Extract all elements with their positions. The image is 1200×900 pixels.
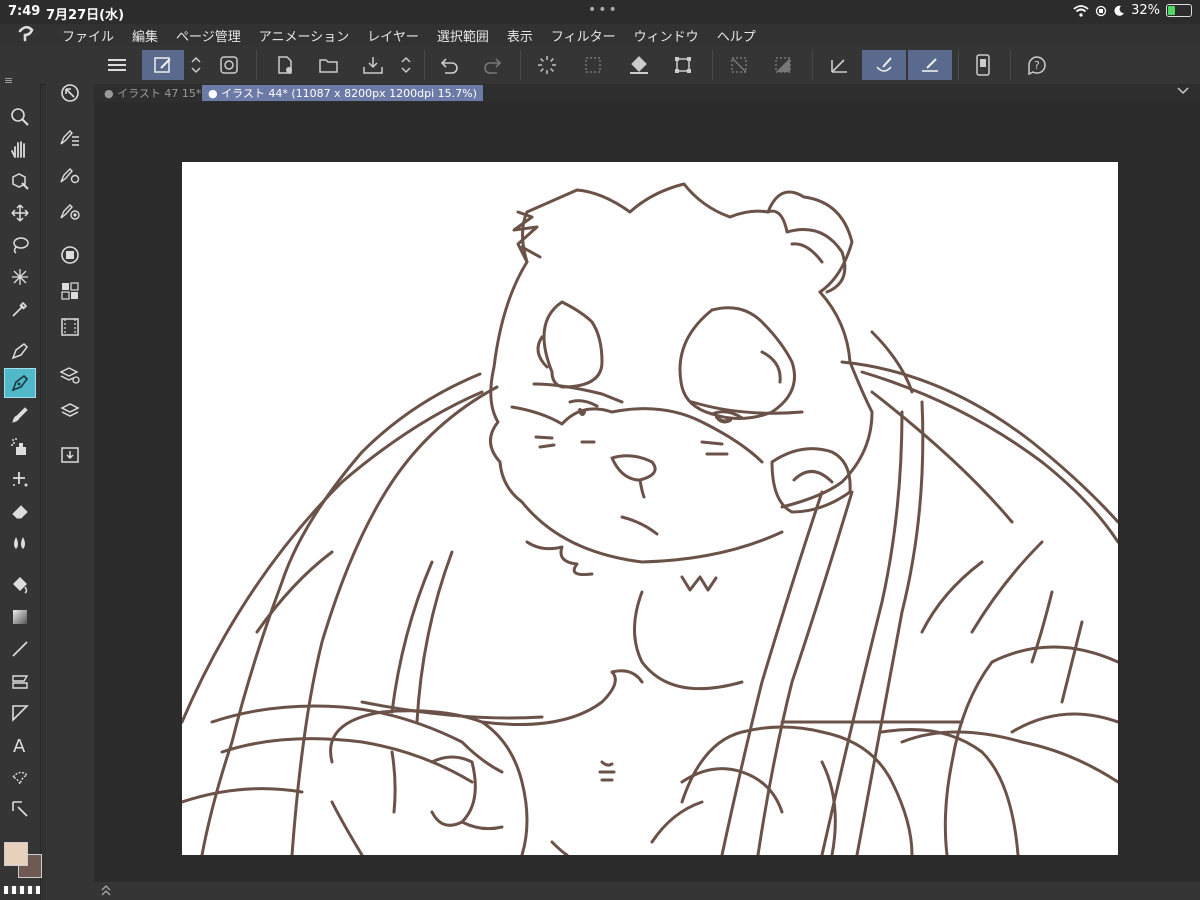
tab-illust-44[interactable]: ● イラスト 44* (11087 x 8200px 1200dpi 15.7%…: [202, 85, 483, 101]
gradient-icon[interactable]: [4, 602, 36, 632]
line-icon[interactable]: [4, 634, 36, 664]
battery-icon: [1166, 4, 1192, 17]
invert-selection-icon[interactable]: [766, 50, 800, 80]
hand-icon[interactable]: [4, 134, 36, 164]
menu-item[interactable]: ファイル: [62, 26, 114, 45]
tab-label: ● イラスト 47 15*: [104, 87, 202, 100]
tab-label: ● イラスト 44* (11087 x 8200px 1200dpi 15.7%…: [208, 87, 477, 100]
airbrush-icon[interactable]: [4, 432, 36, 462]
color-set-icon[interactable]: [54, 276, 86, 306]
navigator-icon[interactable]: [54, 78, 86, 108]
redo-icon[interactable]: [476, 50, 510, 80]
snap-brush-icon[interactable]: [862, 50, 906, 80]
brush-icon[interactable]: [4, 400, 36, 430]
drawing-canvas[interactable]: [182, 162, 1118, 855]
transform-icon[interactable]: [666, 50, 700, 80]
new-file-icon[interactable]: [268, 50, 302, 80]
main-color-swatch[interactable]: [4, 842, 28, 866]
save-icon[interactable]: [356, 50, 390, 80]
wifi-icon: [1073, 4, 1089, 17]
sub-palette: [46, 84, 94, 900]
undo-icon[interactable]: [432, 50, 466, 80]
expand-up-icon[interactable]: [100, 884, 112, 896]
command-bar: ?: [0, 46, 1200, 85]
transparent-color-icon[interactable]: [4, 886, 40, 894]
tabs-dropdown-icon[interactable]: [1176, 85, 1190, 97]
material-icon[interactable]: [54, 440, 86, 470]
lasso-icon[interactable]: [4, 230, 36, 260]
menu-item[interactable]: ウィンドウ: [634, 26, 699, 45]
clock: 7:49: [8, 4, 41, 19]
palette-menu-icon[interactable]: ≡: [4, 74, 13, 87]
clear-selection-icon[interactable]: [722, 50, 756, 80]
animation-icon[interactable]: [54, 312, 86, 342]
svg-text:A: A: [13, 736, 26, 755]
blend-icon[interactable]: [4, 528, 36, 558]
search-icon[interactable]: [4, 102, 36, 132]
select-all-icon[interactable]: [576, 50, 610, 80]
help-icon[interactable]: ?: [1020, 50, 1054, 80]
menu-item[interactable]: 編集: [132, 26, 158, 45]
status-bar: 7:49 7月27日(水) ••• 32%: [0, 0, 1200, 24]
menu-item[interactable]: ページ管理: [176, 26, 241, 45]
pencil-icon[interactable]: [4, 368, 36, 398]
eraser-icon[interactable]: [4, 496, 36, 526]
snap-ruler-icon[interactable]: [908, 50, 952, 80]
svg-text:?: ?: [1034, 59, 1040, 72]
pen-icon[interactable]: [4, 336, 36, 366]
brush-size-icon[interactable]: [54, 196, 86, 226]
status-icons: 32%: [1073, 3, 1192, 18]
object-icon[interactable]: [4, 166, 36, 196]
menu-item[interactable]: 表示: [507, 26, 533, 45]
chevron-updown-icon[interactable]: [394, 50, 418, 80]
multitask-dots[interactable]: •••: [588, 2, 619, 18]
menu-items: ファイル 編集 ページ管理 アニメーション レイヤー 選択範囲 表示 フィルター ウィンドウ ヘル…: [62, 26, 756, 45]
menu-item[interactable]: 選択範囲: [437, 26, 489, 45]
phone-device-icon[interactable]: [966, 50, 1000, 80]
tool-settings-icon[interactable]: [54, 160, 86, 190]
app-logo-icon[interactable]: [16, 25, 36, 43]
loading-spinner-icon[interactable]: [530, 50, 564, 80]
date: 7月27日(水): [46, 8, 125, 23]
tab-illust-47[interactable]: ● イラスト 47 15*: [98, 85, 207, 101]
text-icon[interactable]: A: [4, 730, 36, 760]
layer-property-icon[interactable]: [54, 360, 86, 390]
tool-property-icon[interactable]: [54, 122, 86, 152]
menu-item[interactable]: フィルター: [551, 26, 616, 45]
orientation-lock-icon: [1095, 5, 1107, 17]
fill-icon[interactable]: [4, 570, 36, 600]
sketch-drawing: [182, 182, 1118, 855]
correct-line-icon[interactable]: [4, 794, 36, 824]
magic-wand-icon[interactable]: [4, 262, 36, 292]
color-wheel-icon[interactable]: [54, 240, 86, 270]
decoration-icon[interactable]: [4, 464, 36, 494]
battery-fill: [1168, 6, 1175, 15]
menu-bar: ファイル 編集 ページ管理 アニメーション レイヤー 選択範囲 表示 フィルター ウィンドウ ヘル…: [0, 24, 1200, 46]
layers-icon[interactable]: [54, 396, 86, 426]
open-folder-icon[interactable]: [312, 50, 346, 80]
battery-percent: 32%: [1131, 3, 1160, 18]
hamburger-menu-icon[interactable]: [100, 50, 134, 80]
ruler-snap-icon[interactable]: [822, 50, 856, 80]
eyedropper-icon[interactable]: [4, 294, 36, 324]
menu-item[interactable]: レイヤー: [367, 26, 419, 45]
menu-item[interactable]: ヘルプ: [717, 26, 756, 45]
tool-palette: ≡ A: [0, 74, 42, 900]
companion-icon[interactable]: [212, 50, 246, 80]
ruler-icon[interactable]: [4, 698, 36, 728]
edit-mode-icon[interactable]: [142, 50, 184, 80]
bottom-bar: [94, 882, 1200, 900]
chevron-updown-icon[interactable]: [184, 50, 208, 80]
document-tabs: ● イラスト 47 15* ● イラスト 44* (11087 x 8200px…: [94, 84, 1200, 102]
moon-icon: [1113, 5, 1125, 17]
menu-item[interactable]: アニメーション: [259, 26, 349, 45]
frame-icon[interactable]: [4, 666, 36, 696]
move-icon[interactable]: [4, 198, 36, 228]
fill-bucket-icon[interactable]: [622, 50, 656, 80]
balloon-icon[interactable]: [4, 762, 36, 792]
